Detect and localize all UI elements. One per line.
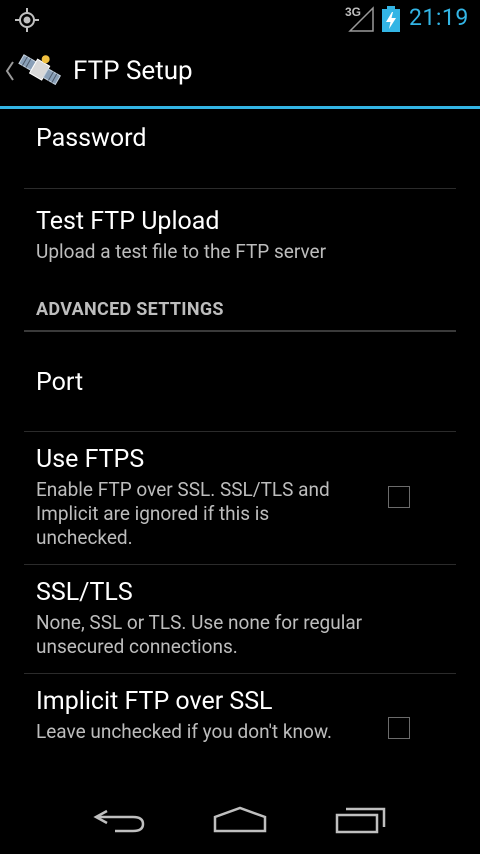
status-time: 21:19 bbox=[409, 4, 469, 31]
pref-ssl-tls-title: SSL/TLS bbox=[36, 578, 133, 607]
pref-use-ftps-summary: Enable FTP over SSL. SSL/TLS and Implici… bbox=[36, 478, 330, 549]
page-title: FTP Setup bbox=[73, 56, 193, 86]
pref-use-ftps-title: Use FTPS bbox=[36, 445, 145, 474]
action-bar-divider bbox=[0, 106, 480, 109]
list-divider bbox=[24, 673, 456, 674]
action-bar bbox=[0, 38, 480, 106]
pref-ssl-tls-summary: None, SSL or TLS. Use none for regular u… bbox=[36, 611, 363, 658]
recent-apps-icon bbox=[335, 807, 386, 834]
pref-implicit-summary: Leave unchecked if you don't know. bbox=[36, 720, 332, 743]
pref-password[interactable]: Password bbox=[36, 124, 456, 154]
navigation-bar bbox=[0, 786, 480, 854]
pref-port-title: Port bbox=[36, 368, 84, 397]
section-header-advanced: ADVANCED SETTINGS bbox=[36, 299, 224, 320]
nav-home-button[interactable] bbox=[195, 786, 285, 854]
nav-back-button[interactable] bbox=[75, 786, 165, 854]
home-icon bbox=[213, 806, 267, 833]
battery-charging-icon bbox=[382, 6, 400, 32]
network-type-label: 3G bbox=[345, 5, 362, 19]
satellite-icon[interactable] bbox=[16, 49, 64, 93]
up-caret-icon[interactable] bbox=[5, 60, 15, 82]
pref-ssl-tls[interactable]: SSL/TLS None, SSL or TLS. Use none for r… bbox=[36, 578, 456, 659]
pref-implicit-title: Implicit FTP over SSL bbox=[36, 687, 273, 716]
list-divider bbox=[24, 188, 456, 189]
list-divider bbox=[24, 431, 456, 432]
signal-icon: 3G bbox=[344, 5, 374, 32]
nav-recent-button[interactable] bbox=[316, 786, 406, 854]
gps-icon bbox=[15, 8, 39, 32]
pref-test-upload-summary: Upload a test file to the FTP server bbox=[36, 240, 327, 263]
list-divider bbox=[24, 564, 456, 565]
back-icon bbox=[93, 809, 145, 833]
status-bar: 3G 21:19 bbox=[0, 0, 480, 38]
pref-test-upload-title: Test FTP Upload bbox=[36, 207, 220, 236]
implicit-checkbox[interactable] bbox=[388, 717, 410, 739]
pref-password-title: Password bbox=[36, 124, 147, 153]
use-ftps-checkbox[interactable] bbox=[388, 486, 410, 508]
pref-test-upload[interactable]: Test FTP Upload Upload a test file to th… bbox=[36, 207, 456, 264]
pref-port[interactable]: Port bbox=[36, 368, 456, 398]
section-divider bbox=[24, 330, 456, 332]
